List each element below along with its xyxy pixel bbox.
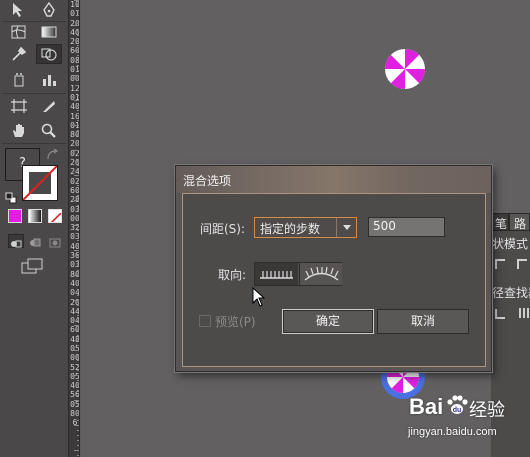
preview-label: 预览(P): [215, 315, 256, 329]
side-panel-row2-icon[interactable]: [495, 309, 505, 319]
gradient-mode-button[interactable]: [28, 209, 42, 223]
tab-pen-label: 笔: [495, 217, 508, 231]
dialog-title: 混合选项: [183, 174, 232, 188]
tools-panel: ?: [0, 0, 68, 457]
none-mode-button[interactable]: [48, 209, 62, 223]
spacing-label: 间距(S):: [200, 222, 246, 236]
tab-path-label: 路: [514, 217, 527, 231]
side-panel-row1-icon-2[interactable]: [517, 259, 527, 269]
tool-separator: [2, 143, 66, 144]
dialog-titlebar[interactable]: 混合选项: [176, 166, 491, 193]
tab-pen[interactable]: 笔: [491, 213, 509, 231]
watermark-url: jingyan.baidu.com: [408, 426, 497, 438]
mesh-icon[interactable]: [6, 22, 32, 42]
cancel-button[interactable]: 取消: [377, 309, 469, 334]
orientation-buttons: [254, 262, 342, 286]
symbol-sprayer-icon[interactable]: [6, 70, 32, 90]
tab-path[interactable]: 路: [509, 213, 530, 231]
side-panel-row2: 径查找器: [492, 286, 530, 300]
align-to-path-button[interactable]: [299, 263, 342, 285]
align-to-page-icon: [260, 271, 293, 279]
default-colors-icon[interactable]: [5, 189, 17, 204]
orientation-label: 取向:: [218, 268, 247, 282]
mouse-cursor-icon: [252, 286, 266, 311]
spacing-select-value: 指定的步数: [260, 222, 321, 236]
watermark-logo-suffix: 经验: [469, 400, 505, 421]
align-to-path-icon: [304, 266, 339, 281]
slice-icon[interactable]: [36, 96, 62, 116]
side-panel-row1-icon[interactable]: [495, 259, 505, 269]
spacing-select[interactable]: 指定的步数: [254, 217, 357, 238]
pinwheel-shape-top[interactable]: [384, 48, 426, 90]
column-graph-icon[interactable]: [36, 70, 62, 90]
screen-mode-icon[interactable]: [20, 257, 46, 275]
svg-text:du: du: [453, 407, 462, 414]
tool-separator: [2, 93, 66, 94]
chevron-down-icon[interactable]: [336, 218, 356, 237]
swap-fill-stroke-icon[interactable]: [46, 146, 60, 160]
paw-icon: du: [447, 395, 468, 414]
draw-normal-icon[interactable]: [8, 234, 24, 248]
ruler-ticks: [74, 0, 79, 456]
zoom-icon[interactable]: [36, 120, 62, 140]
gradient-icon[interactable]: [36, 22, 62, 42]
color-mode-button[interactable]: [8, 209, 22, 223]
eyedropper-icon[interactable]: [6, 44, 32, 64]
specified-steps-input[interactable]: 500: [368, 217, 445, 237]
watermark-logo-text: Bai: [409, 394, 444, 419]
align-to-page-button[interactable]: [255, 263, 298, 285]
artboard-icon[interactable]: [6, 96, 32, 116]
draw-inside-icon[interactable]: [48, 234, 64, 248]
vertical-ruler: 1001204020600801001201401601802002202402…: [68, 0, 80, 457]
side-panel-row2-icon-2[interactable]: [519, 308, 529, 318]
ok-button[interactable]: 确定: [282, 309, 374, 334]
draw-behind-icon[interactable]: [28, 234, 44, 248]
hand-icon[interactable]: [6, 120, 32, 140]
pen-icon[interactable]: [36, 0, 62, 20]
preview-checkbox[interactable]: [199, 315, 211, 327]
blend-icon[interactable]: [36, 44, 62, 64]
side-panel-row1: 状模式: [492, 237, 529, 251]
stroke-swatch[interactable]: [22, 165, 58, 201]
direct-selection-icon[interactable]: [6, 0, 32, 20]
baidu-jingyan-watermark: Bai du 经验 jingyan.baidu.com: [405, 394, 525, 446]
